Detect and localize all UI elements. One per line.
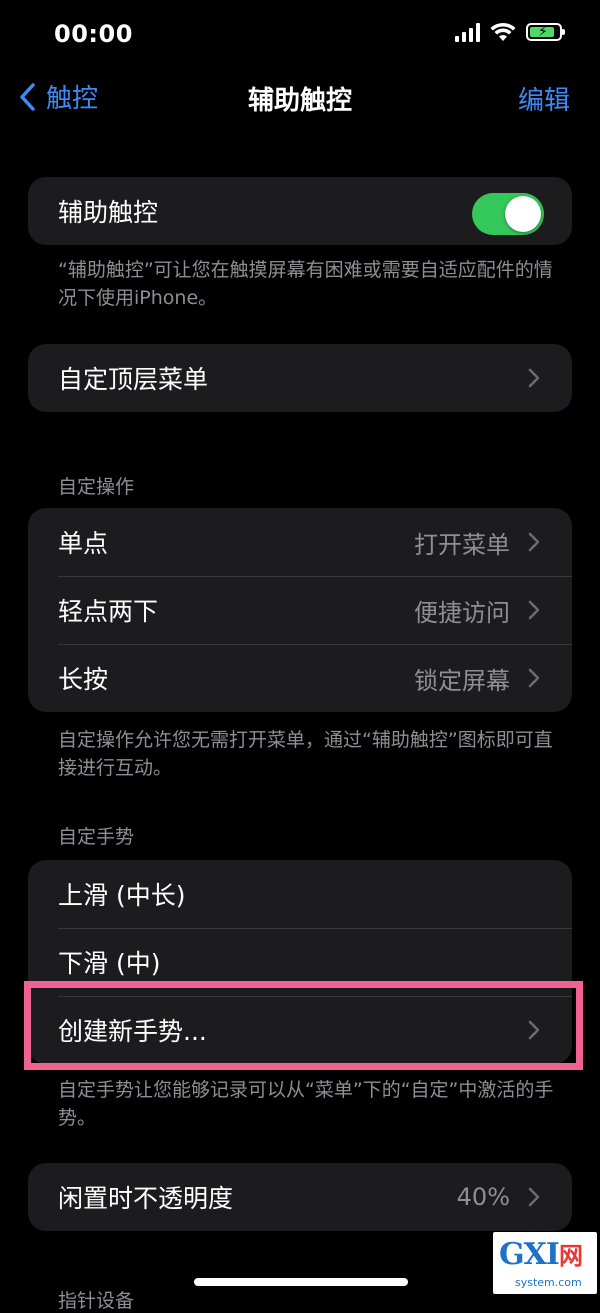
single-tap-value: 打开菜单: [414, 530, 510, 559]
toggle-knob: [505, 196, 541, 232]
customize-top-menu-row[interactable]: 自定顶层菜单: [28, 344, 572, 412]
home-indicator[interactable]: [194, 1278, 408, 1286]
pointer-devices-header-partial: 指针设备: [58, 1290, 135, 1312]
custom-gestures-header: 自定手势: [58, 826, 135, 848]
cellular-signal-icon: [455, 22, 480, 42]
watermark-text: GXI网: [499, 1237, 583, 1272]
wifi-icon: [490, 22, 516, 41]
assistivetouch-toggle[interactable]: [472, 193, 544, 235]
chevron-right-icon: [528, 1187, 540, 1207]
chevron-right-icon: [528, 368, 540, 388]
idle-opacity-value: 40%: [456, 1183, 510, 1211]
watermark-domain: system.com: [515, 1276, 582, 1289]
custom-actions-header: 自定操作: [58, 476, 135, 498]
double-tap-value: 便捷访问: [414, 598, 510, 627]
custom-gestures-footnote: 自定手势让您能够记录可以从“菜单”下的“自定”中激活的手势。: [58, 1079, 554, 1129]
assistivetouch-toggle-group: 辅助触控: [28, 177, 572, 245]
gesture-label: 上滑 (中长): [58, 881, 186, 910]
page-title: 辅助触控: [247, 86, 352, 116]
chevron-right-icon: [528, 600, 540, 620]
site-watermark-logo: GXI网 system.com: [493, 1232, 597, 1294]
double-tap-label: 轻点两下: [58, 597, 159, 626]
long-press-row[interactable]: 长按 锁定屏幕: [28, 644, 572, 712]
navigation-bar: 触控 辅助触控 编辑: [0, 70, 600, 124]
status-icons: ⚡: [455, 22, 565, 42]
status-time: 00:00: [54, 20, 133, 48]
assistivetouch-footnote: “辅助触控”可让您在触摸屏幕有困难或需要自适应配件的情况下使用iPhone。: [58, 259, 553, 309]
chevron-right-icon: [528, 668, 540, 688]
highlight-annotation-box: [24, 981, 583, 1070]
custom-actions-group: 单点 打开菜单 轻点两下 便捷访问 长按 锁定屏幕: [28, 508, 572, 712]
top-menu-group: 自定顶层菜单: [28, 344, 572, 412]
custom-actions-footnote: 自定操作允许您无需打开菜单，通过“辅助触控”图标即可直接进行互动。: [58, 729, 553, 779]
customize-top-menu-label: 自定顶层菜单: [58, 365, 209, 394]
battery-charging-icon: ⚡: [526, 23, 565, 41]
idle-opacity-group: 闲置时不透明度 40%: [28, 1163, 572, 1231]
gesture-row-swipe-up[interactable]: 上滑 (中长): [28, 860, 572, 928]
chevron-right-icon: [528, 532, 540, 552]
idle-opacity-row[interactable]: 闲置时不透明度 40%: [28, 1163, 572, 1231]
single-tap-row[interactable]: 单点 打开菜单: [28, 508, 572, 576]
double-tap-row[interactable]: 轻点两下 便捷访问: [28, 576, 572, 644]
assistivetouch-label: 辅助触控: [58, 198, 159, 227]
long-press-value: 锁定屏幕: [414, 666, 510, 695]
status-bar: 00:00 ⚡: [0, 0, 600, 70]
edit-button[interactable]: 编辑: [518, 80, 570, 117]
long-press-label: 长按: [58, 665, 109, 694]
gesture-label: 下滑 (中): [58, 949, 161, 978]
single-tap-label: 单点: [58, 529, 109, 558]
idle-opacity-label: 闲置时不透明度: [58, 1184, 234, 1213]
assistivetouch-toggle-row: 辅助触控: [28, 177, 572, 245]
